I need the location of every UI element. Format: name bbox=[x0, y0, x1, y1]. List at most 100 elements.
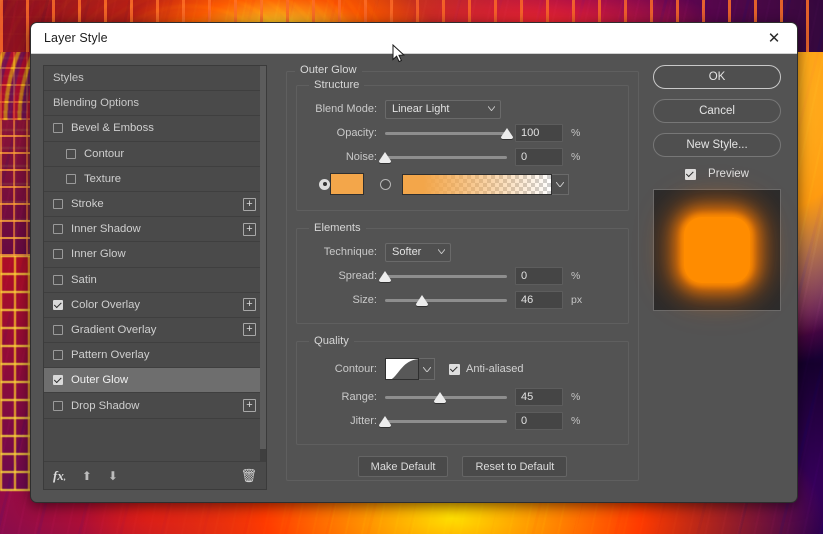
contour-dropdown-button[interactable] bbox=[419, 358, 435, 380]
style-row-stroke[interactable]: Stroke + bbox=[44, 192, 266, 218]
style-row-label: Color Overlay bbox=[71, 298, 141, 311]
opacity-slider[interactable] bbox=[385, 124, 513, 142]
dialog-title: Layer Style bbox=[44, 31, 108, 45]
blend-mode-value: Linear Light bbox=[392, 103, 450, 115]
style-enable-checkbox[interactable] bbox=[53, 224, 63, 235]
fx-icon[interactable]: fx, bbox=[53, 468, 66, 484]
technique-select[interactable]: Softer bbox=[385, 242, 451, 262]
style-enable-checkbox[interactable] bbox=[66, 173, 76, 184]
anti-aliased-checkbox[interactable]: Anti-aliased bbox=[449, 363, 523, 375]
style-row-blending-options[interactable]: Blending Options bbox=[44, 91, 266, 117]
style-enable-checkbox[interactable] bbox=[53, 199, 63, 210]
glow-gradient-swatch[interactable] bbox=[402, 173, 552, 195]
size-input[interactable]: 46 bbox=[515, 291, 563, 309]
elements-group: Elements Technique: Softer Spread: 0 % S… bbox=[296, 222, 629, 324]
style-row-gradient-overlay[interactable]: Gradient Overlay + bbox=[44, 318, 266, 344]
style-enable-checkbox[interactable] bbox=[53, 400, 63, 411]
blend-mode-row: Blend Mode: Linear Light bbox=[307, 97, 618, 121]
trash-icon[interactable]: 🗑 bbox=[240, 468, 257, 484]
spread-row: Spread: 0 % bbox=[307, 264, 618, 288]
opacity-row: Opacity: 100 % bbox=[307, 121, 618, 145]
style-enable-checkbox[interactable] bbox=[53, 299, 63, 310]
glow-color-swatch[interactable] bbox=[330, 173, 364, 195]
gradient-dropdown-button[interactable] bbox=[552, 173, 569, 195]
blend-mode-select[interactable]: Linear Light bbox=[385, 99, 501, 119]
add-effect-icon[interactable]: + bbox=[243, 298, 256, 312]
style-row-label: Blending Options bbox=[53, 97, 140, 110]
spread-slider[interactable] bbox=[379, 267, 507, 285]
style-row-styles[interactable]: Styles bbox=[44, 66, 266, 92]
style-enable-checkbox[interactable] bbox=[66, 148, 76, 159]
range-input[interactable]: 45 bbox=[515, 388, 563, 406]
style-row-label: Styles bbox=[53, 72, 84, 85]
reset-to-default-button[interactable]: Reset to Default bbox=[462, 456, 568, 477]
style-row-label: Bevel & Emboss bbox=[71, 122, 154, 135]
jitter-input[interactable]: 0 bbox=[515, 412, 563, 430]
contour-thumbnail[interactable] bbox=[385, 358, 419, 380]
arrow-up-icon[interactable]: ⬆ bbox=[82, 470, 92, 482]
make-default-button[interactable]: Make Default bbox=[357, 456, 449, 477]
contour-curve-icon bbox=[386, 359, 418, 379]
cancel-button[interactable]: Cancel bbox=[653, 99, 781, 123]
style-enable-checkbox[interactable] bbox=[53, 350, 63, 361]
range-slider[interactable] bbox=[385, 388, 507, 406]
style-row-inner-glow[interactable]: Inner Glow bbox=[44, 242, 266, 268]
spread-label: Spread: bbox=[338, 270, 377, 282]
style-row-texture[interactable]: Texture bbox=[44, 167, 266, 192]
preview-checkbox[interactable]: Preview bbox=[685, 168, 749, 180]
style-row-pattern-overlay[interactable]: Pattern Overlay bbox=[44, 343, 266, 369]
style-row-label: Outer Glow bbox=[71, 374, 129, 387]
opacity-input[interactable]: 100 bbox=[515, 124, 563, 142]
style-row-outer-glow[interactable]: Outer Glow bbox=[44, 368, 266, 394]
close-icon[interactable]: ✕ bbox=[761, 27, 787, 49]
opacity-unit: % bbox=[571, 127, 581, 139]
add-effect-icon[interactable]: + bbox=[243, 197, 256, 211]
styles-list[interactable]: Styles Blending Options Bevel & Emboss Cont… bbox=[44, 66, 266, 461]
technique-row: Technique: Softer bbox=[307, 240, 618, 264]
styles-list-scrollbar[interactable] bbox=[260, 66, 266, 461]
size-slider[interactable] bbox=[385, 291, 507, 309]
style-row-drop-shadow[interactable]: Drop Shadow + bbox=[44, 393, 266, 419]
style-enable-checkbox[interactable] bbox=[53, 274, 63, 285]
noise-input[interactable]: 0 bbox=[515, 148, 563, 166]
dialog-titlebar[interactable]: Layer Style ✕ bbox=[31, 23, 797, 54]
style-row-contour[interactable]: Contour bbox=[44, 142, 266, 167]
fill-color-radio[interactable] bbox=[319, 178, 330, 190]
actions-column: OK Cancel New Style... Preview bbox=[649, 65, 785, 490]
style-row-bevel-emboss[interactable]: Bevel & Emboss bbox=[44, 116, 266, 142]
style-row-label: Inner Glow bbox=[71, 248, 126, 261]
style-row-color-overlay[interactable]: Color Overlay + bbox=[44, 293, 266, 318]
style-enable-checkbox[interactable] bbox=[53, 375, 63, 386]
contour-row: Contour: Anti-aliased bbox=[307, 353, 618, 385]
spread-unit: % bbox=[571, 270, 581, 282]
elements-title: Elements bbox=[314, 222, 361, 234]
add-effect-icon[interactable]: + bbox=[243, 399, 256, 413]
preview-glow-shape bbox=[684, 217, 750, 283]
style-enable-checkbox[interactable] bbox=[53, 249, 63, 260]
size-unit: px bbox=[571, 294, 583, 306]
spread-input[interactable]: 0 bbox=[515, 267, 563, 285]
fill-gradient-radio[interactable] bbox=[380, 178, 391, 190]
noise-slider[interactable] bbox=[379, 148, 507, 166]
structure-title: Structure bbox=[314, 79, 360, 91]
style-row-label: Texture bbox=[84, 172, 122, 185]
preview-label: Preview bbox=[708, 168, 749, 180]
new-style-button[interactable]: New Style... bbox=[653, 133, 781, 157]
style-enable-checkbox[interactable] bbox=[53, 123, 63, 134]
outer-glow-title: Outer Glow bbox=[295, 64, 362, 76]
add-effect-icon[interactable]: + bbox=[243, 323, 256, 337]
style-enable-checkbox[interactable] bbox=[53, 324, 63, 335]
gradient-picker[interactable] bbox=[402, 173, 569, 195]
arrow-down-icon[interactable]: ⬇ bbox=[108, 470, 118, 482]
contour-label: Contour: bbox=[334, 363, 377, 375]
contour-picker[interactable] bbox=[385, 358, 435, 380]
add-effect-icon[interactable]: + bbox=[243, 222, 256, 236]
jitter-slider[interactable] bbox=[379, 412, 507, 430]
size-label: Size: bbox=[352, 294, 377, 306]
chevron-down-icon bbox=[556, 181, 564, 187]
styles-panel: Styles Blending Options Bevel & Emboss Cont… bbox=[43, 65, 267, 490]
ok-button[interactable]: OK bbox=[653, 65, 781, 89]
style-row-inner-shadow[interactable]: Inner Shadow + bbox=[44, 217, 266, 243]
range-row: Range: 45 % bbox=[307, 385, 618, 409]
style-row-satin[interactable]: Satin bbox=[44, 268, 266, 293]
